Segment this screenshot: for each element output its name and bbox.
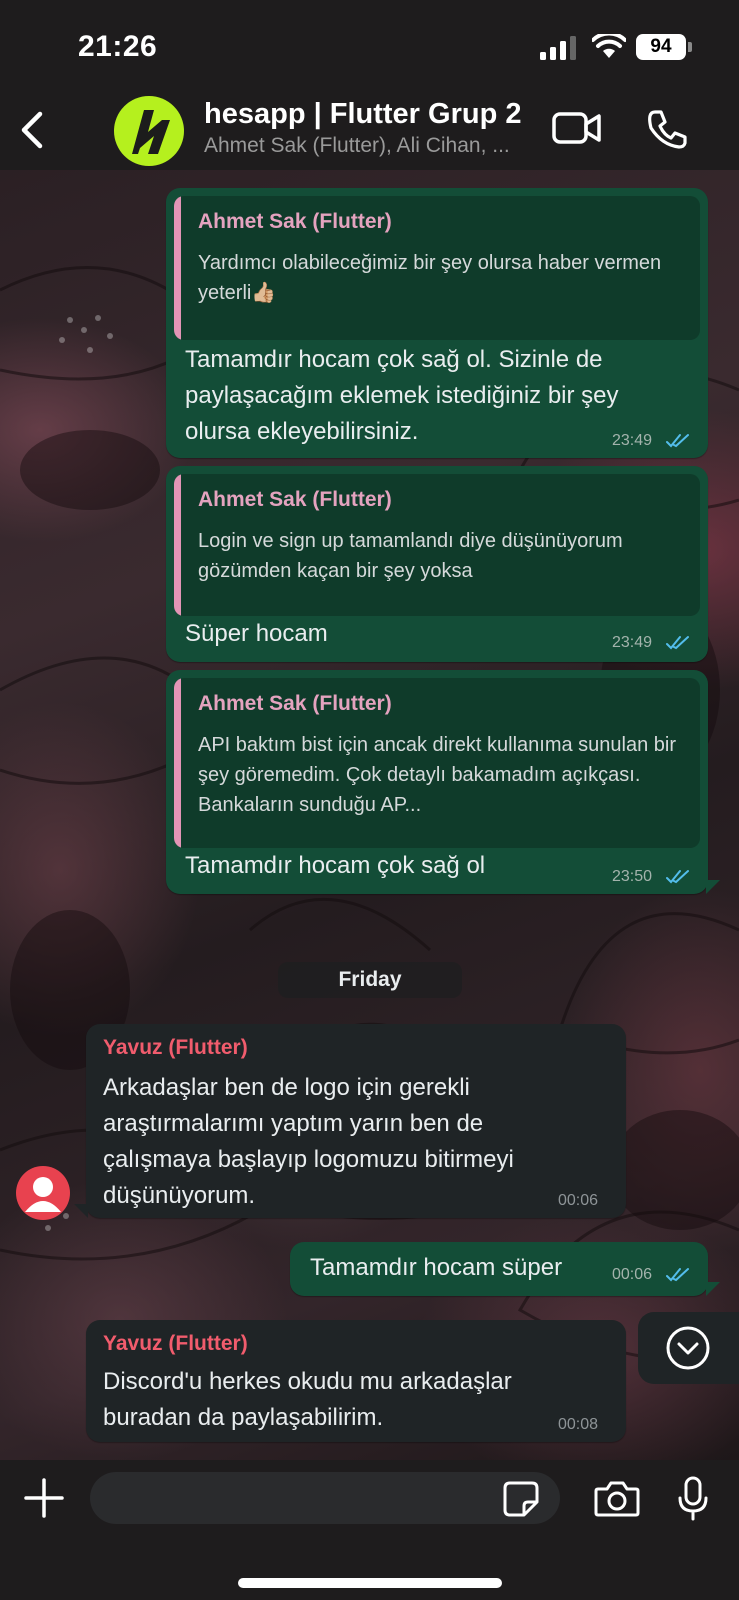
mic-icon[interactable] — [676, 1476, 710, 1522]
quote-author: Ahmet Sak (Flutter) — [198, 488, 392, 511]
message-bubble-outgoing[interactable]: Ahmet Sak (Flutter) Yardımcı olabileceği… — [166, 188, 708, 458]
double-check-icon — [666, 870, 689, 884]
message-bubble-outgoing[interactable]: Tamamdır hocam süper 00:06 — [290, 1242, 708, 1296]
status-bar: 21:26 94 — [0, 0, 739, 88]
date-separator: Friday — [278, 962, 462, 998]
group-logo-icon — [132, 110, 170, 154]
home-indicator — [238, 1578, 502, 1588]
wifi-icon — [592, 34, 626, 58]
battery-tip — [688, 42, 692, 52]
double-check-icon — [666, 1268, 689, 1282]
quote-text: Yardımcı olabileceğimiz bir şey olursa h… — [198, 252, 662, 304]
group-title[interactable]: hesapp | Flutter Grup 2 — [204, 98, 522, 131]
double-check-icon — [666, 636, 689, 650]
camera-icon[interactable] — [594, 1480, 640, 1518]
chevron-down-icon — [666, 1326, 710, 1370]
phone-icon[interactable] — [646, 108, 688, 150]
signal-icon — [540, 36, 576, 60]
message-bubble-outgoing[interactable]: Ahmet Sak (Flutter) Login ve sign up tam… — [166, 466, 708, 662]
sticker-icon[interactable] — [502, 1480, 540, 1518]
quote-text: API baktım bist için ancak direkt kullan… — [198, 734, 676, 816]
double-check-icon — [666, 434, 689, 448]
quote-text: Login ve sign up tamamlandı diye düşünüy… — [198, 530, 623, 582]
plus-icon[interactable] — [24, 1478, 64, 1518]
bubble-tail — [706, 880, 720, 894]
group-members[interactable]: Ahmet Sak (Flutter), Ali Cihan, ... — [204, 134, 534, 158]
status-time: 21:26 — [78, 30, 158, 63]
video-call-icon[interactable] — [552, 110, 602, 146]
bubble-tail — [74, 1204, 88, 1218]
message-sender[interactable]: Yavuz (Flutter) — [103, 1036, 248, 1060]
scroll-to-bottom-button[interactable] — [638, 1312, 739, 1384]
battery-indicator: 94 — [636, 34, 686, 60]
message-time: 00:06 — [558, 1192, 599, 1209]
user-avatar-icon[interactable] — [16, 1166, 70, 1220]
message-text: Arkadaşlar ben de logo için gerekli araş… — [103, 1074, 514, 1209]
message-time: 00:08 — [558, 1416, 599, 1433]
message-time: 23:49 — [612, 432, 653, 449]
group-avatar[interactable] — [114, 96, 184, 166]
back-icon[interactable] — [14, 108, 54, 152]
message-text: Tamamdır hocam çok sağ ol — [185, 852, 486, 879]
message-text: Tamamdır hocam süper — [310, 1254, 563, 1281]
message-bubble-incoming[interactable]: Yavuz (Flutter) Arkadaşlar ben de logo i… — [86, 1024, 626, 1218]
message-text: Süper hocam — [185, 620, 328, 647]
quoted-message[interactable]: Ahmet Sak (Flutter) API baktım bist için… — [174, 678, 700, 848]
bubble-tail — [706, 1282, 720, 1296]
message-time: 23:50 — [612, 868, 653, 885]
message-sender[interactable]: Yavuz (Flutter) — [103, 1332, 248, 1356]
quote-author: Ahmet Sak (Flutter) — [198, 692, 392, 715]
quote-author: Ahmet Sak (Flutter) — [198, 210, 392, 233]
message-bubble-incoming[interactable]: Yavuz (Flutter) Discord'u herkes okudu m… — [86, 1320, 626, 1442]
chat-header[interactable]: hesapp | Flutter Grup 2 Ahmet Sak (Flutt… — [0, 88, 739, 170]
quoted-message[interactable]: Ahmet Sak (Flutter) Yardımcı olabileceği… — [174, 196, 700, 340]
message-time: 00:06 — [612, 1266, 653, 1283]
message-text: Discord'u herkes okudu mu arkadaşlar bur… — [103, 1368, 512, 1431]
message-time: 23:49 — [612, 634, 653, 651]
message-bubble-outgoing[interactable]: Ahmet Sak (Flutter) API baktım bist için… — [166, 670, 708, 894]
message-text: Tamamdır hocam çok sağ ol. Sizinle de pa… — [185, 346, 619, 445]
quoted-message[interactable]: Ahmet Sak (Flutter) Login ve sign up tam… — [174, 474, 700, 616]
message-input[interactable] — [90, 1472, 560, 1524]
message-composer — [0, 1460, 739, 1600]
